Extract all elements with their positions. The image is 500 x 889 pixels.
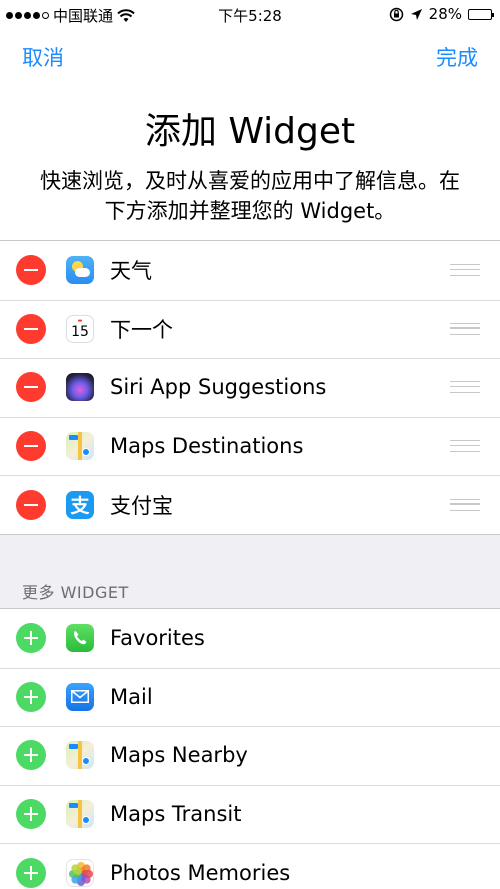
remove-button[interactable] bbox=[16, 372, 46, 403]
location-arrow-icon bbox=[410, 8, 422, 20]
widget-row-maps-destinations: Maps Destinations bbox=[0, 416, 500, 476]
add-button[interactable] bbox=[16, 799, 46, 830]
remove-button[interactable] bbox=[16, 431, 46, 462]
alipay-glyph: 支 bbox=[70, 495, 90, 518]
cancel-button[interactable]: 取消 bbox=[22, 42, 64, 72]
photos-icon bbox=[66, 858, 94, 887]
page-description: 快速浏览，及时从喜爱的应用中了解信息。在下方添加并整理您的 Widget。 bbox=[40, 169, 460, 223]
widget-label: Maps Transit bbox=[110, 802, 242, 827]
done-button[interactable]: 完成 bbox=[436, 42, 478, 72]
maps-icon bbox=[66, 800, 94, 829]
widget-label: Siri App Suggestions bbox=[110, 375, 327, 400]
widget-row-up-next: ▬ 15 下一个 bbox=[0, 299, 500, 359]
battery-icon bbox=[468, 8, 494, 20]
reorder-handle-icon[interactable] bbox=[450, 264, 480, 277]
add-button[interactable] bbox=[16, 740, 46, 771]
widget-row-alipay: 支 支付宝 bbox=[0, 475, 500, 534]
widget-row-siri-suggestions: Siri App Suggestions bbox=[0, 358, 500, 417]
widget-label: Photos Memories bbox=[110, 860, 291, 885]
status-right: 28% bbox=[389, 5, 494, 23]
add-button[interactable] bbox=[16, 623, 46, 654]
widget-row-favorites: Favorites bbox=[0, 609, 500, 668]
reorder-handle-icon[interactable] bbox=[450, 322, 480, 335]
alipay-icon: 支 bbox=[66, 490, 94, 519]
remove-button[interactable] bbox=[16, 255, 46, 286]
calendar-day: 15 bbox=[71, 324, 89, 341]
widget-label: 下一个 bbox=[110, 317, 173, 342]
widget-row-maps-transit: Maps Transit bbox=[0, 784, 500, 844]
more-widget-list: Favorites Mail Maps Nearby Maps Transit … bbox=[0, 608, 500, 889]
orientation-lock-icon bbox=[389, 7, 403, 21]
widget-label: Maps Nearby bbox=[110, 743, 248, 768]
active-widget-list: 天气 ▬ 15 下一个 Siri App Suggestions Maps De… bbox=[0, 240, 500, 535]
calendar-icon: ▬ 15 bbox=[66, 314, 94, 343]
maps-icon bbox=[66, 741, 94, 770]
add-button[interactable] bbox=[16, 681, 46, 712]
phone-icon bbox=[66, 624, 94, 653]
reorder-handle-icon[interactable] bbox=[450, 381, 480, 394]
maps-icon bbox=[66, 432, 94, 461]
mail-icon bbox=[66, 682, 94, 711]
widget-row-mail: Mail bbox=[0, 667, 500, 727]
reorder-handle-icon[interactable] bbox=[450, 498, 480, 511]
widget-label: Mail bbox=[110, 684, 153, 709]
battery-percent: 28% bbox=[428, 5, 462, 23]
widget-row-weather: 天气 bbox=[0, 241, 500, 300]
header: 取消 完成 添加 Widget 快速浏览，及时从喜爱的应用中了解信息。在下方添加… bbox=[0, 30, 500, 240]
weather-icon bbox=[66, 256, 94, 285]
status-bar: 中国联通 下午5:28 28% bbox=[0, 0, 500, 30]
widget-row-maps-nearby: Maps Nearby bbox=[0, 726, 500, 785]
widget-label: 天气 bbox=[110, 259, 152, 284]
add-button[interactable] bbox=[16, 857, 46, 888]
remove-button[interactable] bbox=[16, 313, 46, 344]
page-title: 添加 Widget bbox=[144, 111, 356, 152]
siri-icon bbox=[66, 373, 94, 402]
remove-button[interactable] bbox=[16, 489, 46, 520]
reorder-handle-icon[interactable] bbox=[450, 440, 480, 453]
widget-label: Maps Destinations bbox=[110, 434, 304, 459]
widget-label: Favorites bbox=[110, 626, 205, 651]
widget-label: 支付宝 bbox=[110, 493, 173, 518]
widget-row-photos-memories: Photos Memories bbox=[0, 843, 500, 889]
more-widgets-header: 更多 WIDGET bbox=[22, 583, 129, 602]
